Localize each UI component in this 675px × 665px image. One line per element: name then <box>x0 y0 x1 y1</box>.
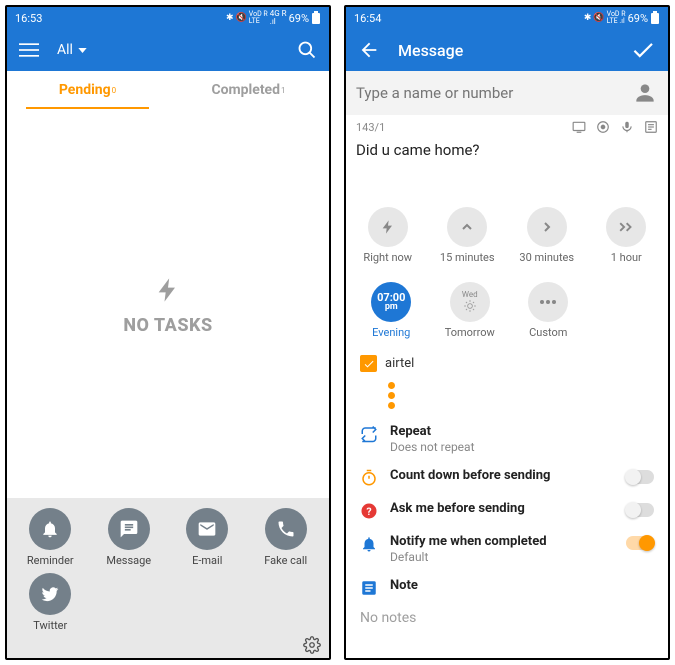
appbar: All <box>7 29 329 71</box>
row-repeat[interactable]: Repeat Does not repeat <box>346 417 668 461</box>
chevron-right-icon <box>527 207 567 247</box>
mute-icon: 🔇 <box>236 13 247 23</box>
action-reminder[interactable]: Reminder <box>11 508 90 567</box>
timer-icon <box>360 469 378 487</box>
email-icon <box>186 508 228 550</box>
network-icon: VoD RLTE .ıl <box>607 11 626 25</box>
phone-icon <box>265 508 307 550</box>
signal-icon: 4G R.ıl <box>270 10 287 26</box>
double-chevron-icon <box>606 207 646 247</box>
counter-row: 143/1 <box>346 115 668 139</box>
time-row-1: Right now 15 minutes 30 minutes 1 hour <box>346 199 668 274</box>
twitter-icon <box>29 573 71 615</box>
message-icon <box>108 508 150 550</box>
bell-solid-icon <box>360 535 378 553</box>
time-evening[interactable]: 07:00 pm Evening <box>352 282 431 339</box>
checkmark-icon <box>360 355 377 372</box>
time-15-min[interactable]: 15 minutes <box>428 207 508 264</box>
menu-icon[interactable] <box>19 40 39 60</box>
row-countdown[interactable]: Count down before sending <box>346 461 668 494</box>
clock: 16:53 <box>15 12 42 25</box>
toggle-notify[interactable] <box>626 536 654 550</box>
statusbar: 16:54 ✱ 🔇 VoD RLTE .ıl 69% <box>346 7 668 29</box>
time-custom[interactable]: Custom <box>509 282 588 339</box>
row-ask[interactable]: ? Ask me before sending <box>346 494 668 527</box>
gallery-icon[interactable] <box>596 120 610 134</box>
status-tray: ✱ 🔇 VoD RLTE .ıl 69% <box>584 11 660 25</box>
tabs: Pending0 Completed1 <box>7 71 329 109</box>
chevron-up-icon <box>447 207 487 247</box>
search-icon[interactable] <box>297 40 317 60</box>
confirm-icon[interactable] <box>630 37 656 63</box>
drag-handle[interactable] <box>346 378 668 417</box>
char-counter: 143/1 <box>356 121 385 134</box>
time-1-hour[interactable]: 1 hour <box>587 207 667 264</box>
back-icon[interactable] <box>358 39 380 61</box>
toggle-countdown[interactable] <box>626 470 654 484</box>
appbar: Message <box>346 29 668 71</box>
time-30-min[interactable]: 30 minutes <box>507 207 587 264</box>
notes-placeholder[interactable]: No notes <box>346 604 668 632</box>
battery-text: 69% <box>628 12 648 25</box>
action-message[interactable]: Message <box>90 508 169 567</box>
battery-icon <box>311 11 321 25</box>
clock: 16:54 <box>354 12 381 25</box>
sun-icon: Wed <box>450 282 490 322</box>
left-phone: 16:53 ✱ 🔇 VoD RLTE 4G R.ıl 69% All Pendi… <box>5 5 331 660</box>
time-badge: 07:00 pm <box>371 282 411 322</box>
bluetooth-icon: ✱ <box>226 13 234 23</box>
network-icon: VoD RLTE <box>249 11 268 25</box>
battery-text: 69% <box>289 12 309 25</box>
svg-text:?: ? <box>366 505 371 518</box>
action-fakecall[interactable]: Fake call <box>247 508 326 567</box>
gear-icon[interactable] <box>303 636 321 654</box>
question-icon: ? <box>360 502 378 520</box>
time-right-now[interactable]: Right now <box>348 207 428 264</box>
row-note[interactable]: Note <box>346 571 668 604</box>
tab-completed[interactable]: Completed1 <box>168 71 329 109</box>
toggle-ask[interactable] <box>626 503 654 517</box>
statusbar: 16:53 ✱ 🔇 VoD RLTE 4G R.ıl 69% <box>7 7 329 29</box>
empty-state: NO TASKS <box>7 109 329 498</box>
empty-text: NO TASKS <box>123 315 212 336</box>
tab-pending[interactable]: Pending0 <box>7 71 168 109</box>
bell-icon <box>29 508 71 550</box>
action-bar: Reminder Message E-mail Fake call Twitte… <box>7 498 329 642</box>
time-tomorrow[interactable]: Wed Tomorrow <box>431 282 510 339</box>
bolt-icon <box>154 271 182 309</box>
note-icon <box>360 579 378 597</box>
row-notify[interactable]: Notify me when completed Default <box>346 527 668 571</box>
contact-icon[interactable] <box>632 80 658 106</box>
action-email[interactable]: E-mail <box>168 508 247 567</box>
status-tray: ✱ 🔇 VoD RLTE 4G R.ıl 69% <box>226 10 321 26</box>
filter-dropdown[interactable]: All <box>57 42 87 58</box>
dots-icon <box>528 282 568 322</box>
recipient-input[interactable] <box>356 84 632 102</box>
battery-icon <box>650 11 660 25</box>
page-title: Message <box>398 41 463 60</box>
mute-icon: 🔇 <box>593 13 604 23</box>
bluetooth-icon: ✱ <box>584 13 592 23</box>
right-phone: 16:54 ✱ 🔇 VoD RLTE .ıl 69% Message 143/1… <box>344 5 670 660</box>
carrier-checkbox[interactable]: airtel <box>346 349 668 378</box>
bolt-icon <box>368 207 408 247</box>
repeat-icon <box>360 425 378 443</box>
time-row-2: 07:00 pm Evening Wed Tomorrow Custom <box>346 274 668 349</box>
action-twitter[interactable]: Twitter <box>11 573 90 632</box>
monitor-icon[interactable] <box>572 120 586 134</box>
message-body[interactable]: Did u came home? <box>346 139 668 199</box>
template-icon[interactable] <box>644 120 658 134</box>
recipient-row <box>346 71 668 115</box>
mic-icon[interactable] <box>620 120 634 134</box>
